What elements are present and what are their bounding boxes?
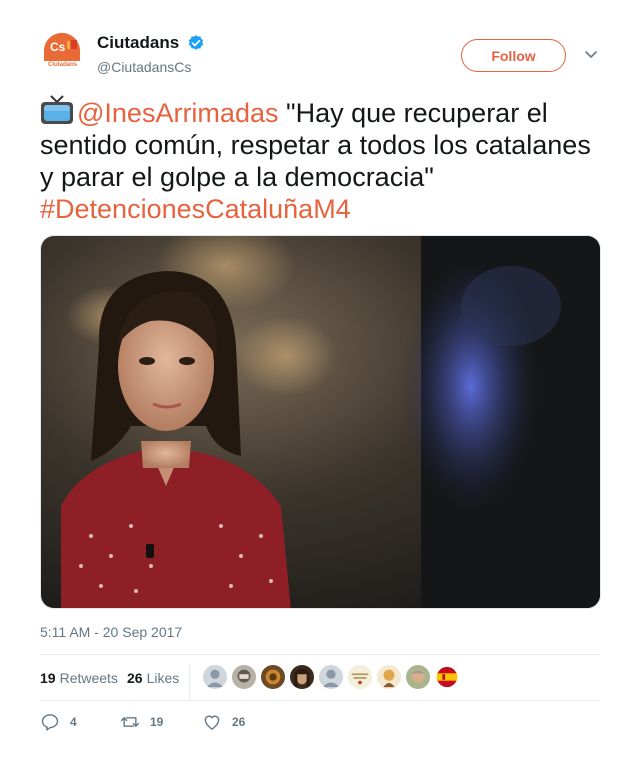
liker-avatar[interactable] <box>434 664 460 690</box>
retweet-count: 19 <box>150 715 164 729</box>
liker-avatar[interactable] <box>376 664 402 690</box>
liker-avatar[interactable] <box>289 664 315 690</box>
tweet-timestamp[interactable]: 5:11 AM - 20 Sep 2017 <box>40 624 182 640</box>
likes-stat[interactable]: 26 Likes <box>127 670 179 686</box>
heart-icon <box>204 715 220 730</box>
liker-avatar[interactable] <box>405 664 431 690</box>
retweet-button[interactable]: 19 <box>120 712 163 732</box>
likes-count: 26 <box>127 670 143 686</box>
divider <box>40 700 600 701</box>
reply-count: 4 <box>70 715 77 729</box>
tweet-photo[interactable] <box>40 235 601 609</box>
photo-image <box>41 236 600 608</box>
liker-avatar[interactable] <box>202 664 228 690</box>
retweets-label: Retweets <box>59 670 118 686</box>
liker-avatar[interactable] <box>347 664 373 690</box>
tweet-stats: 19 Retweets 26 Likes <box>40 664 600 700</box>
liker-avatar[interactable] <box>260 664 286 690</box>
tweet-text: @InesArrimadas "Hay que recuperar el sen… <box>40 94 600 225</box>
logo-text: Cs <box>50 40 66 54</box>
tv-icon <box>41 95 73 124</box>
like-count: 26 <box>232 715 246 729</box>
tweet-header: Cs Ciutadans Ciutadans @CiutadansCs Foll… <box>40 30 600 80</box>
account-info: Ciutadans @CiutadansCs <box>97 33 205 75</box>
like-button[interactable]: 26 <box>202 712 245 732</box>
reply-icon <box>41 714 59 731</box>
display-name[interactable]: Ciutadans <box>97 33 179 53</box>
divider <box>40 654 600 655</box>
mention-link[interactable]: @InesArrimadas <box>77 98 278 128</box>
retweets-stat[interactable]: 19 Retweets <box>40 670 118 686</box>
likes-label: Likes <box>146 670 180 686</box>
logo-subtext: Ciutadans <box>48 62 78 68</box>
liker-avatar[interactable] <box>231 664 257 690</box>
verified-badge-icon <box>188 35 203 50</box>
hashtag-link[interactable]: #DetencionesCataluñaM4 <box>40 194 351 224</box>
tweet-actions: 4 19 26 <box>40 712 600 736</box>
ciutadans-logo: Cs Ciutadans <box>40 31 84 75</box>
retweets-count: 19 <box>40 670 56 686</box>
stats-separator <box>189 664 190 700</box>
avatar[interactable]: Cs Ciutadans <box>40 31 84 75</box>
retweet-icon <box>120 717 140 727</box>
reply-button[interactable]: 4 <box>40 712 77 732</box>
account-handle[interactable]: @CiutadansCs <box>97 59 205 75</box>
chevron-down-icon[interactable] <box>583 46 599 62</box>
liker-avatar[interactable] <box>318 664 344 690</box>
follow-button[interactable]: Follow <box>461 39 566 72</box>
